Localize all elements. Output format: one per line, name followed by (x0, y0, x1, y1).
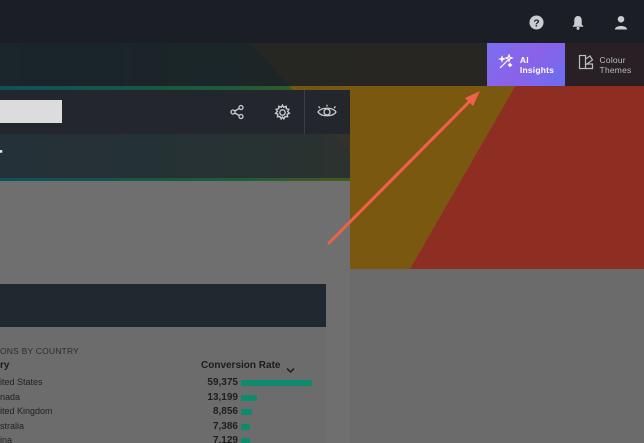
table-row[interactable]: ina 7,129 (0, 435, 326, 443)
colour-themes-label: Colour Themes (600, 55, 632, 75)
ai-insights-label: AI Insights (520, 55, 554, 75)
country-name: ited Kingdom (0, 406, 53, 417)
card-header (0, 284, 326, 327)
toolbar-divider (304, 90, 305, 134)
conversion-bar (241, 380, 312, 386)
conversion-bar (241, 438, 250, 443)
conversion-value: 7,129 (212, 435, 238, 443)
canvas-area (350, 269, 644, 443)
table-row[interactable]: ited States 59,375 (0, 377, 326, 391)
bell-icon[interactable] (568, 12, 588, 32)
eye-icon[interactable] (313, 98, 341, 126)
ai-insights-line1: AI (519, 54, 529, 65)
share-icon[interactable] (223, 98, 251, 126)
dashboard-name-input[interactable] (0, 100, 62, 123)
conversion-card: ONS BY COUNTRY ry Conversion Rate ited S… (0, 327, 326, 443)
conversion-bar (241, 394, 257, 401)
help-icon[interactable]: ? (526, 12, 546, 32)
svg-text:?: ? (533, 18, 539, 29)
card-subtitle: ONS BY COUNTRY (0, 346, 80, 356)
colour-themes-button[interactable]: Colour Themes (565, 43, 644, 86)
country-name: nada (0, 391, 21, 402)
country-name: ina (0, 435, 13, 443)
column-header-conversion-rate[interactable]: Conversion Rate (201, 360, 280, 371)
table-row[interactable]: nada 13,199 (0, 392, 326, 406)
dashboard-title-bar: r (0, 134, 350, 178)
colour-themes-line2: Themes (599, 64, 632, 75)
dashboard-toolbar (0, 90, 350, 134)
country-name: ited States (0, 377, 43, 387)
settings-icon[interactable] (268, 98, 296, 126)
country-name: stralia (0, 420, 25, 431)
sparkle-icon (498, 53, 514, 75)
column-header-country[interactable]: ry (0, 360, 9, 371)
palette-icon (578, 54, 594, 75)
top-bar: ? (0, 0, 644, 43)
table-row[interactable]: ited Kingdom 8,856 (0, 406, 326, 420)
table-row[interactable]: stralia 7,386 (0, 421, 326, 435)
conversion-value: 13,199 (207, 391, 238, 403)
conversion-bar (241, 423, 250, 430)
conversion-bar (241, 409, 252, 416)
ai-insights-button[interactable]: AI Insights (487, 43, 565, 86)
ai-insights-line2: Insights (519, 64, 555, 75)
conversion-value: 7,386 (212, 420, 238, 432)
conversion-value: 59,375 (207, 377, 238, 388)
dashboard-title: r (0, 142, 3, 168)
user-icon[interactable] (611, 12, 631, 32)
colour-themes-line1: Colour (599, 54, 626, 65)
conversion-value: 8,856 (212, 406, 238, 418)
